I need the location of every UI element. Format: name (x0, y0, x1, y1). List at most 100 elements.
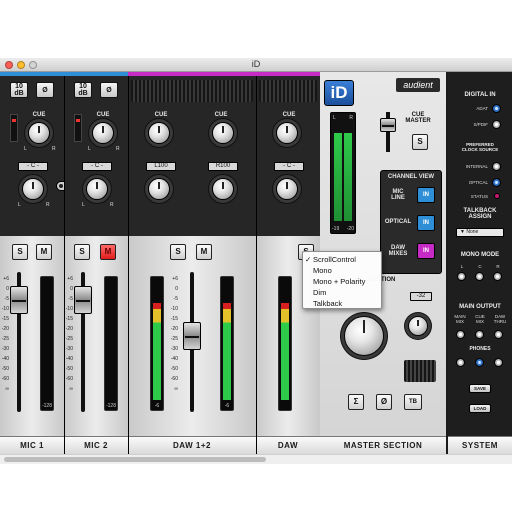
solo-button[interactable]: S (170, 244, 186, 260)
mono-mode-title: MONO MODE (460, 252, 500, 258)
channel-name: DAW (256, 436, 320, 454)
window-title: iD (251, 59, 261, 69)
save-button[interactable]: SAVE (469, 384, 491, 393)
main-mix-radio[interactable] (456, 330, 465, 339)
cue-label: CUE (282, 112, 296, 118)
cue-label: CUE (214, 112, 228, 118)
pan-knob[interactable] (276, 178, 298, 200)
phones-cue-radio[interactable] (475, 358, 484, 367)
checkmark-icon: ✓ (305, 255, 312, 264)
channel-name: DAW 1+2 (128, 436, 256, 454)
level-meter-left: -6 (150, 276, 164, 411)
audient-logo: audient (396, 78, 440, 92)
daw-thru-radio[interactable] (494, 330, 503, 339)
solo-button[interactable]: S (12, 244, 28, 260)
context-menu: ✓ ScrollControl Mono Mono + Polarity Dim … (302, 251, 382, 309)
master-polarity-button[interactable]: Ø (376, 394, 392, 410)
master-meter: L R -19 -20 (330, 112, 356, 234)
polarity-button[interactable]: Ø (100, 82, 118, 98)
fader-handle[interactable] (183, 322, 201, 350)
main-output-title: MAIN OUTPUT (459, 304, 501, 310)
fader-handle[interactable] (74, 286, 92, 314)
fader-scale: +6 0 -5 -10 -15 -20 -25 -30 -40 -50 -60 ∞ (1, 276, 9, 392)
dropdown-arrow-icon: ▼ (460, 229, 465, 235)
cue-knob-right[interactable] (212, 122, 234, 144)
clock-source-title: PREFERRED CLOCK SOURCE (461, 142, 499, 152)
pan-knob-right[interactable] (212, 178, 234, 200)
internal-clock-radio[interactable] (492, 162, 501, 171)
level-meter: -128 (104, 276, 118, 411)
cue-label: CUE (154, 112, 168, 118)
pan-readout: - C - (82, 162, 112, 171)
menu-item-mono-polarity[interactable]: Mono + Polarity (303, 276, 381, 287)
spdif-radio[interactable] (492, 120, 501, 129)
cue-knob[interactable] (92, 122, 114, 144)
phones-title: PHONES (469, 346, 491, 352)
optical-clock-radio[interactable] (492, 178, 501, 187)
menu-item-dim[interactable]: Dim (303, 287, 381, 298)
menu-item-mono[interactable]: Mono (303, 265, 381, 276)
pad-10db-button[interactable]: 10 dB (74, 82, 92, 98)
channel-strip-mic2: 10 dB Ø CUE L R - C - L R S M +6 0 -5 -10 -1… (64, 76, 128, 454)
talkback-button[interactable]: TB (404, 394, 422, 410)
pan-knob-left[interactable] (148, 178, 170, 200)
phones-knob[interactable] (408, 316, 428, 336)
input-meter (74, 114, 82, 142)
cue-knob[interactable] (28, 122, 50, 144)
cue-knob[interactable] (276, 122, 298, 144)
scrollbar-thumb[interactable] (4, 457, 266, 462)
phones-level-readout: -32 (410, 292, 432, 301)
input-meter (10, 114, 18, 142)
cue-master-label: CUE MASTER (405, 112, 431, 124)
clock-status-led (494, 193, 500, 199)
fader-scale: +6 0 -5 -10 -15 -20 -25 -30 -40 -50 -60 ∞ (65, 276, 73, 392)
menu-item-talkback[interactable]: Talkback (303, 298, 381, 309)
phones-main-radio[interactable] (456, 358, 465, 367)
sum-button[interactable]: Σ (348, 394, 364, 410)
title-bar: iD (0, 58, 512, 72)
pan-readout: - C - (18, 162, 48, 171)
daw-mixes-in-button[interactable]: IN (417, 243, 435, 259)
system-name: SYSTEM (448, 436, 512, 454)
cue-knob-left[interactable] (148, 122, 170, 144)
horizontal-scrollbar[interactable] (0, 454, 512, 464)
polarity-button[interactable]: Ø (36, 82, 54, 98)
id-logo: iD (324, 80, 354, 106)
channel-strip-mic1: 10 dB Ø CUE L R - C - L R S M +6 0 -5 -10 -1… (0, 76, 64, 454)
phones-daw-radio[interactable] (494, 358, 503, 367)
adat-radio[interactable] (492, 104, 501, 113)
pad-10db-button[interactable]: 10 dB (10, 82, 28, 98)
mic-line-in-button[interactable]: IN (417, 187, 435, 203)
digital-in-title: DIGITAL IN (464, 92, 496, 98)
level-meter: -128 (40, 276, 54, 411)
mute-button[interactable]: M (196, 244, 212, 260)
level-meter-right: -6 (220, 276, 234, 411)
speaker-grille (404, 360, 436, 382)
menu-item-scrollcontrol[interactable]: ✓ ScrollControl (303, 254, 381, 265)
master-section-name: MASTER SECTION (320, 436, 446, 454)
pan-readout-right: R100 (208, 162, 238, 171)
solo-button[interactable]: S (74, 244, 90, 260)
pan-readout-left: L100 (146, 162, 176, 171)
optical-in-button[interactable]: IN (417, 215, 435, 231)
cue-label: CUE (32, 112, 46, 118)
pan-knob[interactable] (22, 178, 44, 200)
load-button[interactable]: LOAD (469, 404, 491, 413)
mono-c-radio[interactable] (475, 272, 484, 281)
talkback-assign-select[interactable]: ▼ None (456, 228, 504, 237)
mono-r-radio[interactable] (493, 272, 502, 281)
fader-scale: +6 0 -5 -10 -15 -20 -25 -30 -40 -50 -60 ∞ (170, 276, 178, 392)
fader-handle[interactable] (10, 286, 28, 314)
level-meter (278, 276, 292, 411)
cue-master-fader[interactable] (380, 118, 396, 132)
speaker-grille (131, 80, 253, 102)
master-volume-knob[interactable] (344, 316, 384, 356)
talkback-assign-title: TALKBACK ASSIGN (463, 208, 497, 220)
mute-button[interactable]: M (36, 244, 52, 260)
system-panel: DIGITAL IN ADAT S/PDIF PREFERRED CLOCK S… (448, 72, 512, 454)
pan-knob[interactable] (86, 178, 108, 200)
cue-master-solo-button[interactable]: S (412, 134, 428, 150)
cue-mix-radio[interactable] (475, 330, 484, 339)
mono-l-radio[interactable] (457, 272, 466, 281)
mute-button-active[interactable]: M (100, 244, 116, 260)
